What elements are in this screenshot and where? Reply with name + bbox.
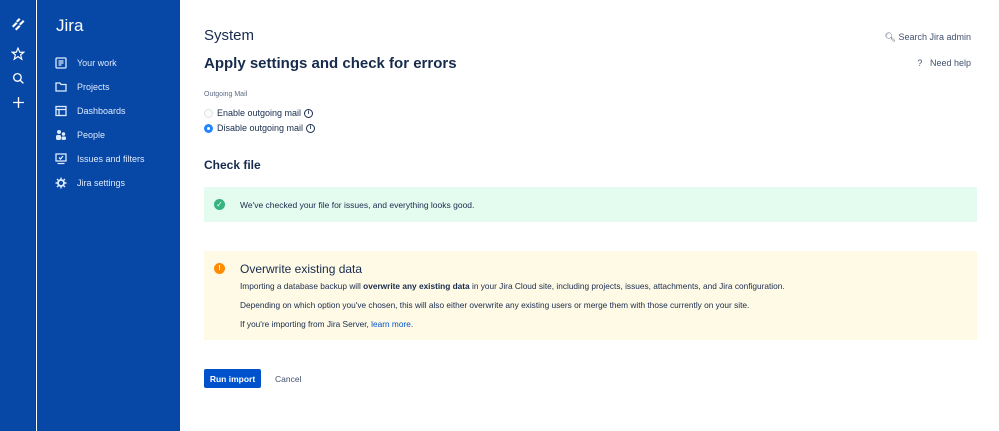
people-icon [56,130,66,140]
nav-jira-settings[interactable]: Jira settings [55,173,125,193]
nav-projects[interactable]: Projects [55,77,110,97]
nav-label: Projects [77,82,110,92]
help-label: Need help [929,58,971,68]
radio-enable-mail[interactable]: Enable outgoing mail i [204,108,314,118]
search-label: Search Jira admin [898,32,971,42]
search-icon[interactable] [9,69,27,87]
nav-issues-and-filters[interactable]: Issues and filters [55,149,145,169]
radio-circle[interactable] [204,108,213,118]
nav-label: People [77,130,106,140]
star-icon[interactable] [9,45,27,63]
text: Importing a database backup will [240,281,364,291]
issues-icon [55,153,67,165]
nav-people[interactable]: People [55,125,105,145]
cancel-button[interactable]: Cancel [267,369,309,388]
help-icon: ? [917,58,923,68]
search-admin-link[interactable]: 🔍︎ Search Jira admin [885,32,972,43]
warning-paragraph-3: If you're importing from Jira Server, le… [240,319,977,329]
run-import-button[interactable]: Run import [204,369,261,388]
info-icon[interactable]: i [304,108,314,118]
search-icon: 🔍︎ [884,32,896,42]
success-text: We've checked your file for issues, and … [240,199,475,210]
text: in your Jira Cloud site, including proje… [469,281,785,291]
need-help-link[interactable]: ? Need help [917,58,971,68]
nav-label: Issues and filters [77,154,145,164]
your-work-icon [55,57,67,69]
text: . [410,319,414,329]
text: If you're importing from Jira Server, [240,319,372,329]
nav-label: Your work [77,58,117,68]
warning-title: Overwrite existing data [240,262,363,276]
gear-icon [55,177,67,189]
bold-text: overwrite any existing data [363,281,470,291]
project-sidebar: Jira Your work Projects Dashboards Peopl… [37,0,180,431]
radio-label: Enable outgoing mail [217,108,302,118]
jira-logo-icon[interactable] [9,16,27,34]
check-circle-icon: ✓ [214,199,225,210]
radio-disable-mail[interactable]: Disable outgoing mail i [204,123,316,133]
learn-more-link[interactable]: learn more [371,319,411,329]
section-title: System [204,27,255,44]
create-plus-icon[interactable] [9,93,27,111]
warning-icon: ! [214,263,225,274]
radio-label: Disable outgoing mail [217,123,304,133]
nav-label: Dashboards [77,106,126,116]
warning-paragraph-1: Importing a database backup will overwri… [240,281,977,291]
warning-paragraph-2: Depending on which option you've chosen,… [240,300,750,310]
warning-panel: ! Overwrite existing data Importing a da… [204,251,977,340]
dashboard-icon [55,105,67,117]
page-title: Apply settings and check for errors [204,55,457,72]
success-message: ✓ We've checked your file for issues, and… [204,187,977,222]
outgoing-mail-label: Outgoing Mail [204,91,248,98]
nav-your-work[interactable]: Your work [55,53,117,73]
info-icon[interactable]: i [306,123,316,133]
radio-circle-selected[interactable] [204,123,213,133]
app-name: Jira [56,16,84,35]
folder-icon [55,82,67,92]
check-file-heading: Check file [204,158,261,172]
nav-label: Jira settings [77,178,126,188]
nav-dashboards[interactable]: Dashboards [55,101,126,121]
global-sidebar [0,0,36,431]
